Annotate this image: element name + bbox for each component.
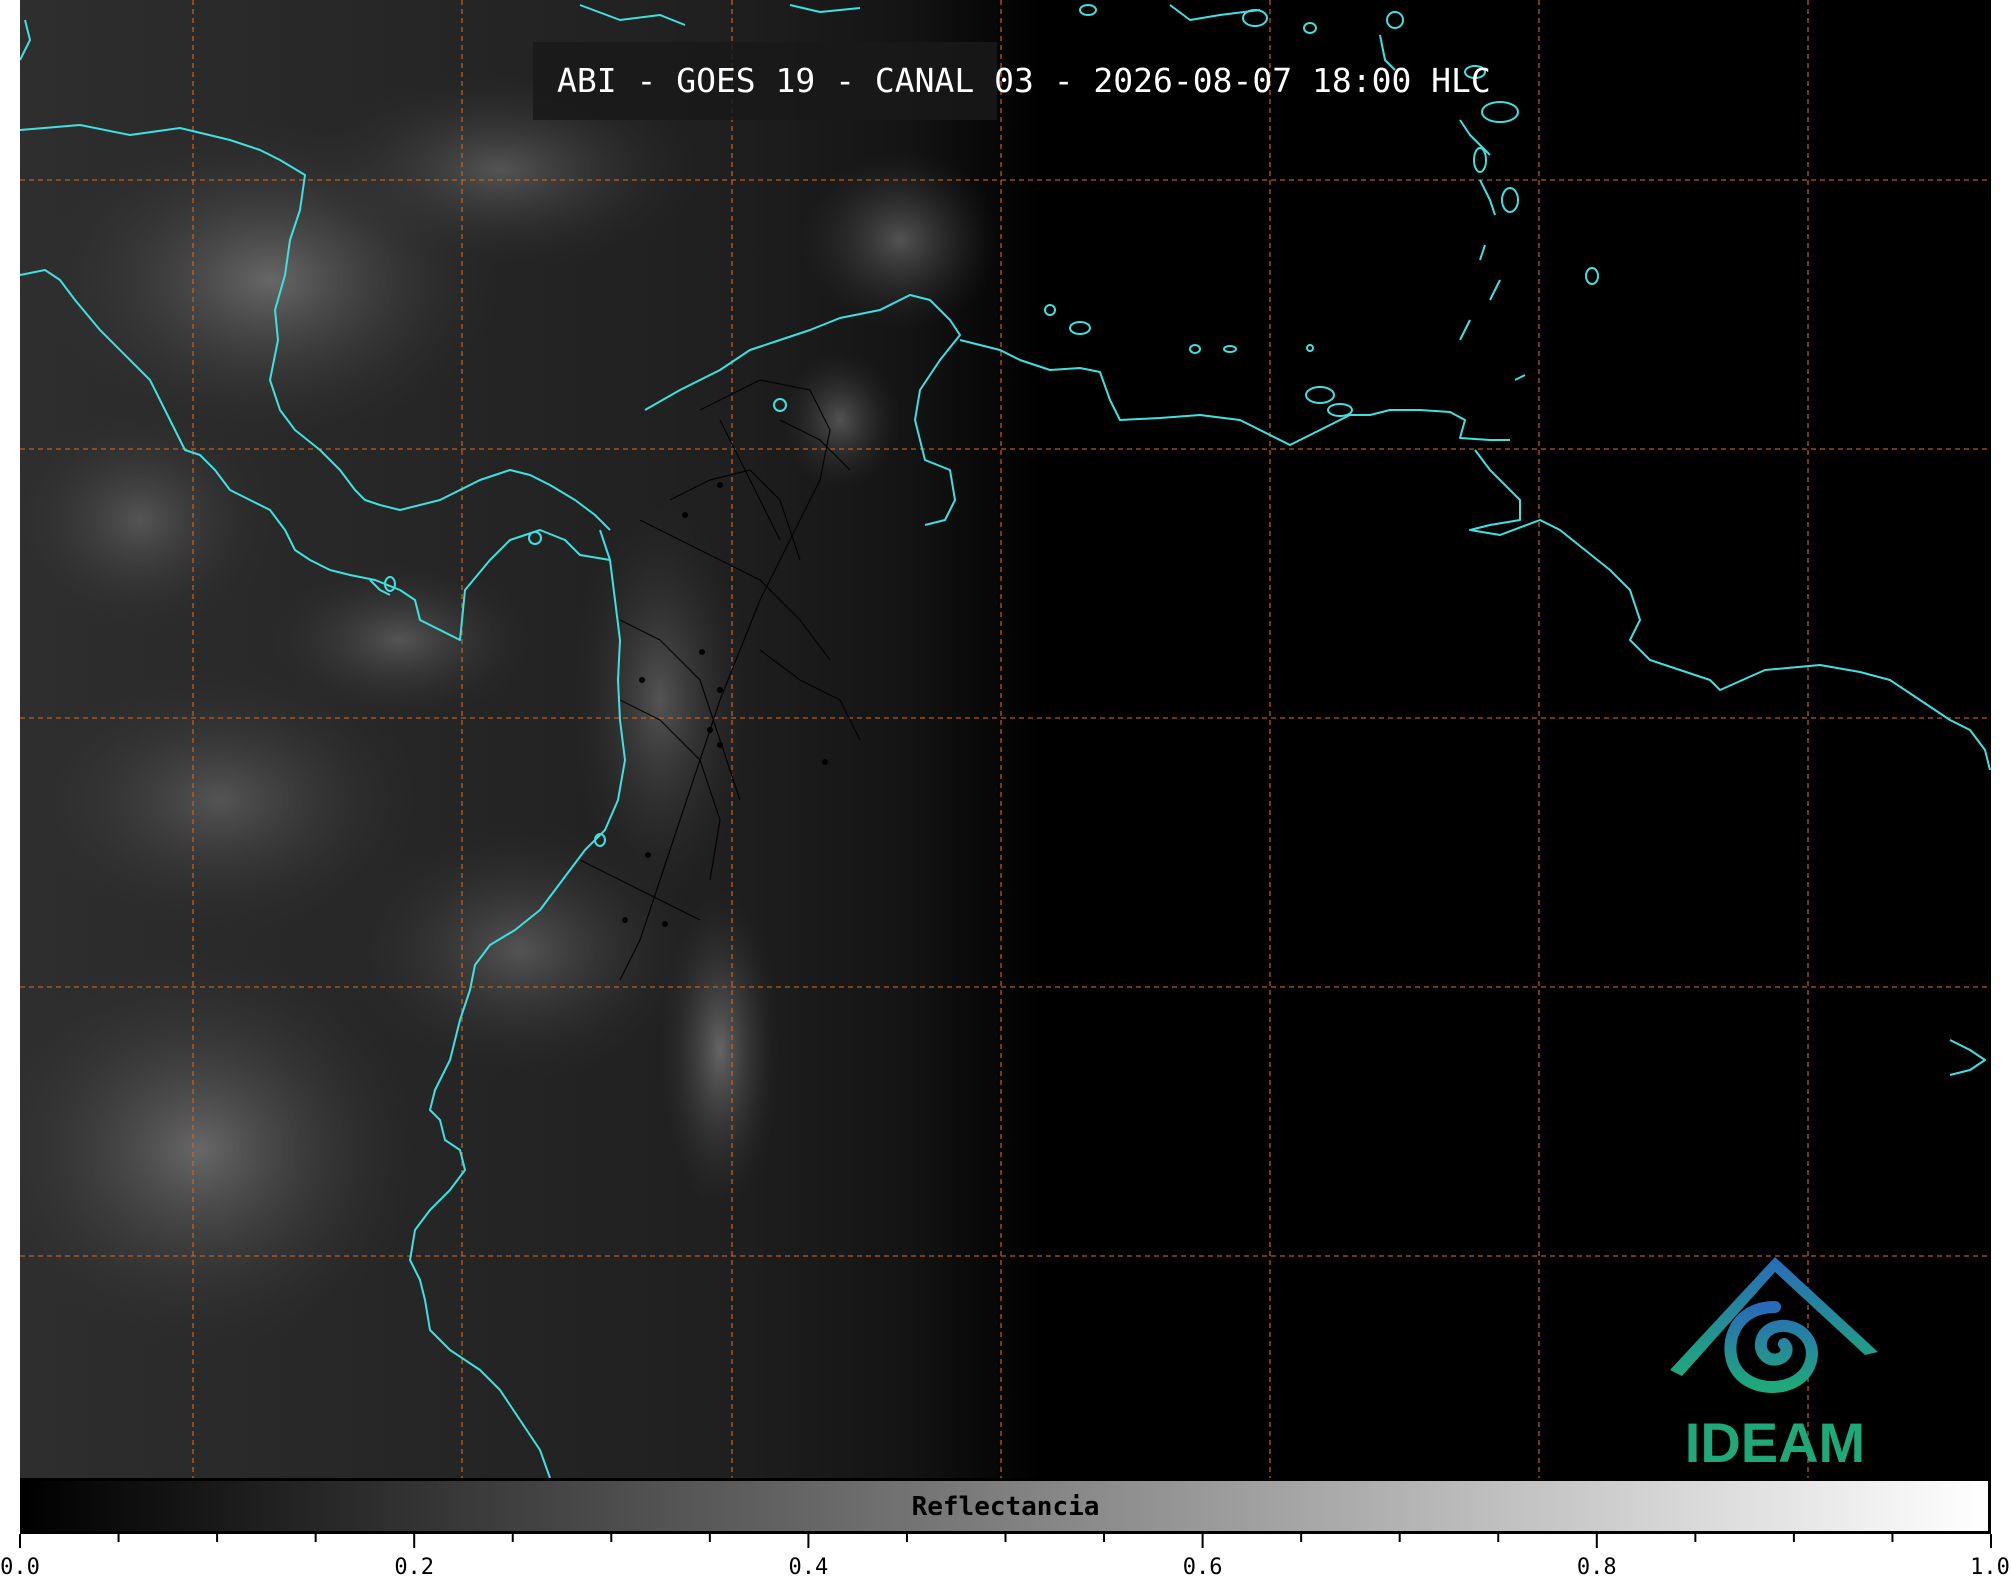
colorbar-tick-label: 1.0 (1970, 1555, 2010, 1580)
colorbar-ticks (19, 1534, 1992, 1548)
colorbar: Reflectancia (20, 1478, 1991, 1534)
colorbar-tick-label: 0.8 (1576, 1555, 1617, 1580)
colorbar-tick-label: 0.6 (1182, 1555, 1223, 1580)
colorbar-tick-label: 0.2 (394, 1555, 435, 1580)
logo-text: IDEAM (1684, 1411, 1866, 1474)
colorbar-tick-label: 0.4 (788, 1555, 829, 1580)
colorbar-tick-label: 0.0 (0, 1555, 40, 1580)
page-title: ABI - GOES 19 - CANAL 03 - 2026-08-07 18… (557, 61, 1491, 100)
logo-emblem (1670, 1257, 1878, 1393)
colorbar-label: Reflectancia (911, 1492, 1100, 1522)
